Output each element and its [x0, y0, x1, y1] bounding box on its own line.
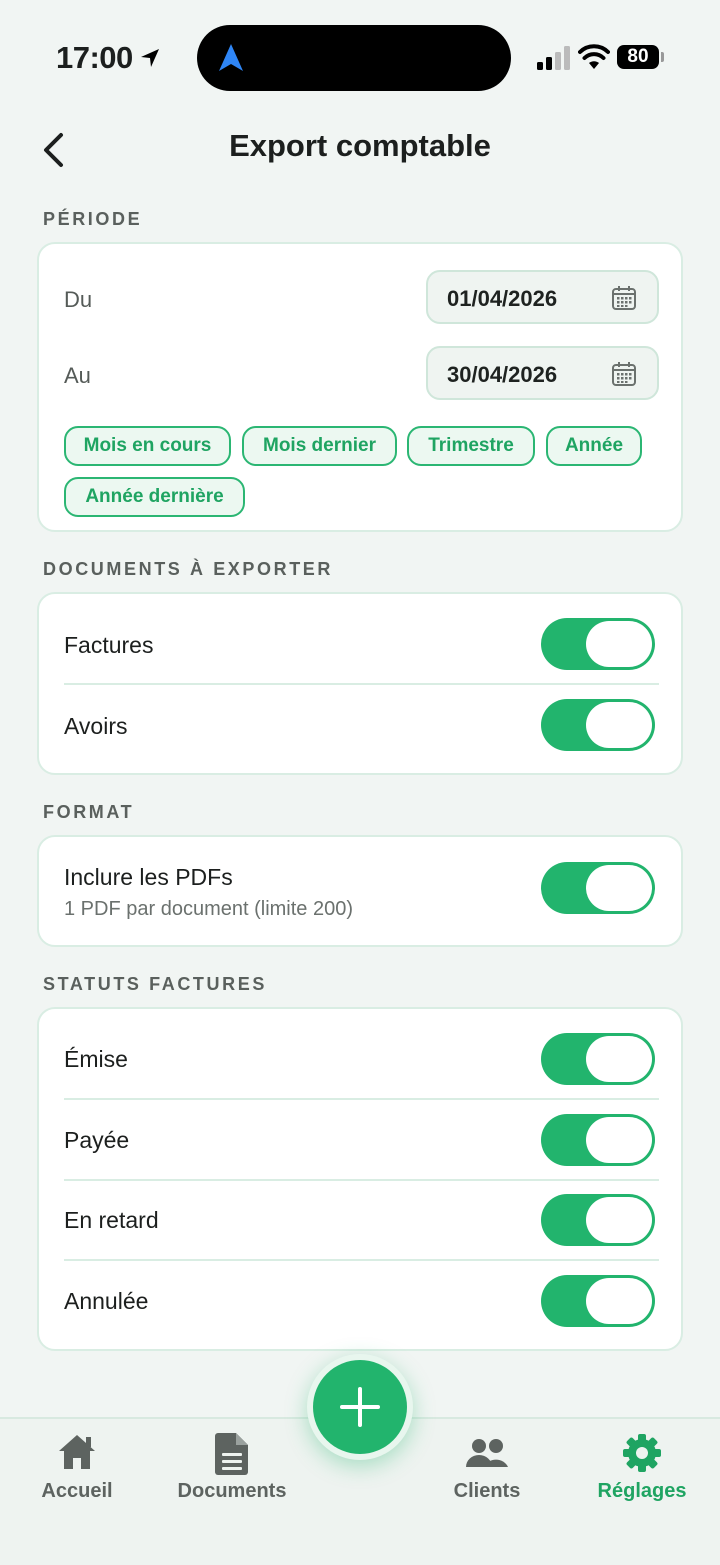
tab-accueil[interactable]: Accueil — [2, 1419, 152, 1519]
inclure-pdfs-sub: 1 PDF par document (limite 200) — [64, 898, 354, 920]
tab-reglages[interactable]: Réglages — [567, 1419, 717, 1519]
to-label: Au — [64, 363, 91, 388]
battery-indicator: 80 — [617, 45, 659, 69]
inclure-pdfs-label: Inclure les PDFs — [64, 864, 233, 890]
en-retard-toggle[interactable] — [541, 1194, 655, 1246]
statuts-card: Émise Payée En retard Annulée — [37, 1007, 683, 1351]
periode-card: Du 01/04/2026 Au 30/04/2026 Mois en cour… — [37, 242, 683, 532]
add-button[interactable] — [307, 1354, 413, 1460]
wifi-icon — [578, 44, 610, 69]
chip-annee-derniere[interactable]: Année dernière — [64, 477, 245, 517]
chip-mois-en-cours[interactable]: Mois en cours — [64, 426, 231, 466]
chip-mois-dernier[interactable]: Mois dernier — [242, 426, 397, 466]
toggle-knob — [586, 1278, 652, 1324]
tab-clients[interactable]: Clients — [412, 1419, 562, 1519]
factures-label: Factures — [64, 632, 154, 658]
chip-annee[interactable]: Année — [546, 426, 642, 466]
from-date-input[interactable]: 01/04/2026 — [426, 270, 659, 324]
divider — [64, 1259, 659, 1261]
dynamic-island — [197, 25, 511, 91]
location-arrow-icon — [141, 49, 159, 67]
section-label-statuts: STATUTS FACTURES — [43, 974, 267, 994]
tab-label: Documents — [177, 1480, 287, 1502]
payee-label: Payée — [64, 1127, 130, 1153]
toggle-knob — [586, 621, 652, 667]
cellular-signal-icon — [537, 46, 570, 70]
emise-toggle[interactable] — [541, 1033, 655, 1085]
inclure-pdfs-toggle[interactable] — [541, 862, 655, 914]
gear-icon — [623, 1434, 661, 1472]
documents-card: Factures Avoirs — [37, 592, 683, 775]
status-bar: 17:00 80 — [0, 0, 720, 110]
home-icon — [59, 1435, 95, 1469]
plus-icon — [340, 1387, 380, 1427]
tab-label: Réglages — [597, 1480, 687, 1502]
avoirs-label: Avoirs — [64, 713, 128, 739]
toggle-knob — [586, 702, 652, 748]
tab-documents[interactable]: Documents — [157, 1419, 307, 1519]
section-label-periode: PÉRIODE — [43, 209, 143, 229]
tab-label: Clients — [453, 1480, 521, 1502]
calendar-icon — [612, 286, 636, 310]
emise-label: Émise — [64, 1046, 128, 1072]
status-time: 17:00 — [56, 40, 133, 75]
tab-label: Accueil — [41, 1480, 113, 1502]
toggle-knob — [586, 1036, 652, 1082]
annulee-label: Annulée — [64, 1288, 149, 1314]
divider — [64, 1179, 659, 1181]
annulee-toggle[interactable] — [541, 1275, 655, 1327]
toggle-knob — [586, 1197, 652, 1243]
document-icon — [215, 1433, 248, 1475]
factures-toggle[interactable] — [541, 618, 655, 670]
to-date-input[interactable]: 30/04/2026 — [426, 346, 659, 400]
from-date-value: 01/04/2026 — [447, 286, 558, 311]
toggle-knob — [586, 1117, 652, 1163]
to-date-value: 30/04/2026 — [447, 362, 558, 387]
chip-trimestre[interactable]: Trimestre — [407, 426, 535, 466]
people-icon — [466, 1439, 508, 1467]
page-title: Export comptable — [229, 128, 491, 163]
navigation-arrow-icon — [219, 44, 243, 71]
divider — [64, 683, 659, 685]
avoirs-toggle[interactable] — [541, 699, 655, 751]
calendar-icon — [612, 362, 636, 386]
battery-tip — [661, 52, 664, 62]
from-label: Du — [64, 287, 93, 312]
en-retard-label: En retard — [64, 1207, 159, 1233]
format-card: Inclure les PDFs 1 PDF par document (lim… — [37, 835, 683, 947]
section-label-documents: DOCUMENTS À EXPORTER — [43, 559, 334, 579]
divider — [64, 1098, 659, 1100]
toggle-knob — [586, 865, 652, 911]
payee-toggle[interactable] — [541, 1114, 655, 1166]
section-label-format: FORMAT — [43, 802, 135, 822]
